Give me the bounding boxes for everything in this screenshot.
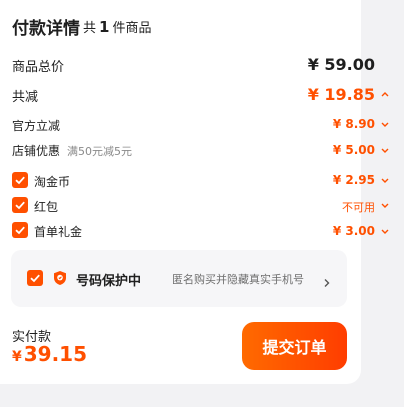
checkmark-icon — [30, 274, 40, 283]
goods-total-value: ¥ 59.00 — [307, 55, 375, 74]
first-order-checkbox[interactable] — [12, 222, 28, 238]
official-discount-label: 官方立减 — [12, 119, 61, 133]
taojinbi-label: 淘金币 — [34, 175, 71, 189]
hongbao-value: 不可用 — [342, 201, 375, 214]
first-order-label: 首单礼金 — [34, 225, 83, 239]
hongbao-label: 红包 — [34, 200, 59, 214]
checkmark-icon — [15, 226, 25, 235]
chevron-down-icon[interactable] — [380, 119, 390, 129]
store-discount-value: ¥ 5.00 — [332, 143, 375, 157]
chevron-up-icon[interactable] — [380, 89, 390, 99]
checkmark-icon — [15, 201, 25, 210]
page-title: 付款详情 — [12, 19, 80, 39]
hongbao-checkbox[interactable] — [12, 197, 28, 213]
chevron-down-icon[interactable] — [380, 226, 390, 236]
protection-description: 匿名购买并隐藏真实手机号 — [172, 273, 304, 286]
chevron-down-icon[interactable] — [380, 145, 390, 155]
checkmark-icon — [15, 176, 25, 185]
store-discount-label: 店铺优惠 满50元减5元 — [12, 144, 133, 158]
protection-title: 号码保护中 — [76, 274, 142, 289]
taojinbi-value: ¥ 2.95 — [332, 173, 375, 187]
item-count: 共 1 件商品 — [83, 18, 152, 36]
taojinbi-checkbox[interactable] — [12, 172, 28, 188]
official-discount-value: ¥ 8.90 — [332, 117, 375, 131]
store-discount-note: 满50元减5元 — [67, 145, 133, 158]
discount-total-label: 共减 — [12, 90, 39, 105]
goods-total-label: 商品总价 — [12, 60, 65, 75]
chevron-right-icon[interactable] — [323, 273, 331, 287]
chevron-down-icon[interactable] — [380, 175, 390, 185]
submit-order-button[interactable]: 提交订单 — [242, 322, 347, 370]
first-order-value: ¥ 3.00 — [332, 224, 375, 238]
pay-amount: ¥39.15 — [12, 342, 88, 366]
number-protection-checkbox[interactable] — [27, 270, 43, 286]
chevron-down-icon[interactable] — [380, 200, 390, 210]
shield-icon — [52, 270, 68, 286]
discount-total-value: ¥ 19.85 — [307, 85, 375, 104]
